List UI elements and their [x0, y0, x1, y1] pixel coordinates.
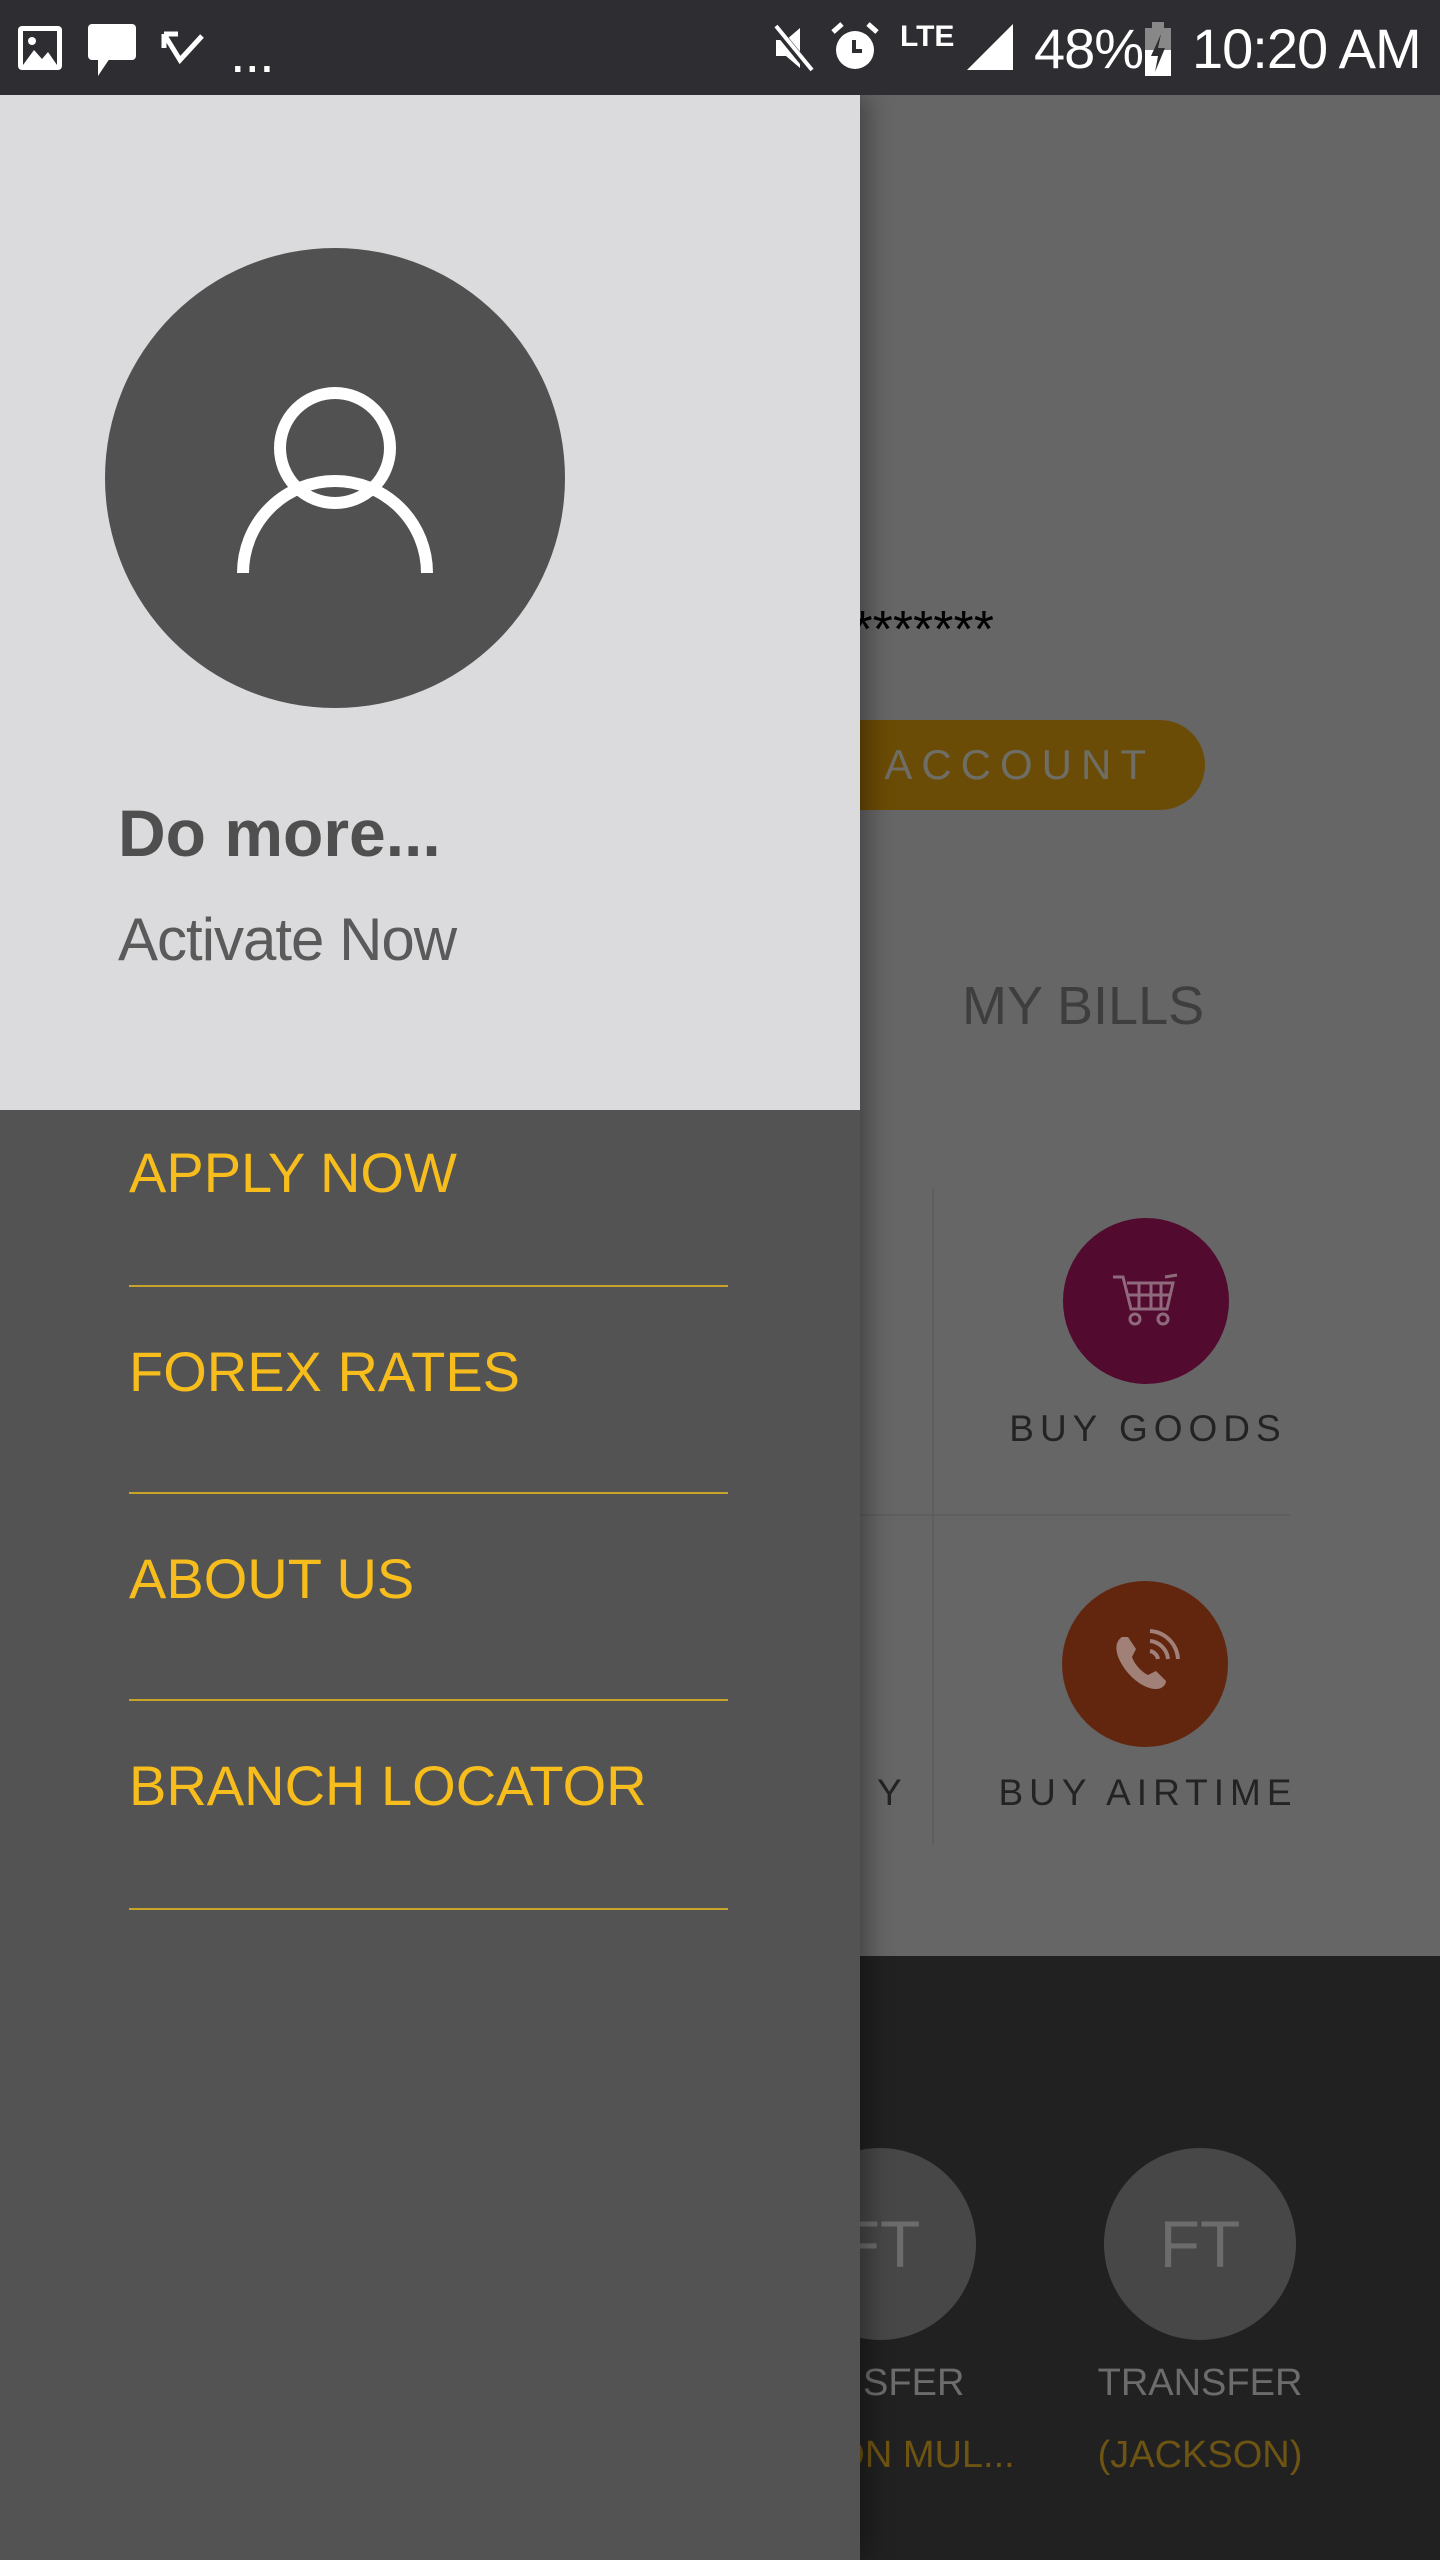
navigation-drawer: Do more... Activate Now APPLY NOW FOREX …	[0, 95, 860, 2560]
drawer-title: Do more...	[118, 796, 441, 870]
user-icon	[237, 387, 433, 574]
grid-divider	[932, 1189, 934, 1845]
message-icon	[88, 24, 136, 76]
menu-item-about-us[interactable]: ABOUT US	[129, 1494, 728, 1701]
buy-goods-button[interactable]	[1063, 1218, 1229, 1384]
mute-icon	[770, 23, 814, 73]
buy-airtime-label[interactable]: BUY AIRTIME	[998, 1772, 1297, 1814]
favorite-avatar[interactable]: FT	[1104, 2148, 1296, 2340]
phone-call-icon	[1116, 1629, 1180, 1689]
shopping-cart-icon	[1113, 1273, 1178, 1326]
status-bar: ... LTE 48% 10:20 AM	[0, 0, 1440, 95]
my-bills-tab[interactable]: MY BILLS	[962, 975, 1204, 1037]
more-icon: ...	[230, 21, 275, 84]
favorite-title: TRANSFER	[1097, 2362, 1303, 2404]
menu-item-forex-rates[interactable]: FOREX RATES	[129, 1287, 728, 1494]
battery-level: 48%	[1034, 17, 1144, 80]
grid-divider	[860, 1514, 1290, 1516]
favorite-name: ON MUL...	[835, 2434, 1015, 2476]
masked-account-number: *******	[852, 601, 994, 659]
gallery-icon	[18, 26, 62, 70]
buy-airtime-button[interactable]	[1062, 1581, 1228, 1747]
drawer-header: Do more... Activate Now	[0, 95, 860, 1110]
tile-label[interactable]: Y	[877, 1772, 908, 1814]
buy-goods-label[interactable]: BUY GOODS	[1009, 1408, 1286, 1450]
favorite-name: (JACKSON)	[1097, 2434, 1303, 2476]
missed-call-icon	[161, 31, 204, 65]
lte-icon: LTE	[900, 20, 955, 53]
menu-item-branch-locator[interactable]: BRANCH LOCATOR	[129, 1701, 728, 1910]
menu-item-apply-now[interactable]: APPLY NOW	[129, 1110, 728, 1287]
clock: 10:20 AM	[1192, 17, 1422, 80]
avatar[interactable]	[105, 248, 565, 708]
alarm-icon	[831, 22, 879, 69]
signal-icon	[967, 24, 1013, 70]
battery-charging-icon	[1145, 22, 1171, 76]
activate-now-link[interactable]: Activate Now	[118, 905, 457, 974]
